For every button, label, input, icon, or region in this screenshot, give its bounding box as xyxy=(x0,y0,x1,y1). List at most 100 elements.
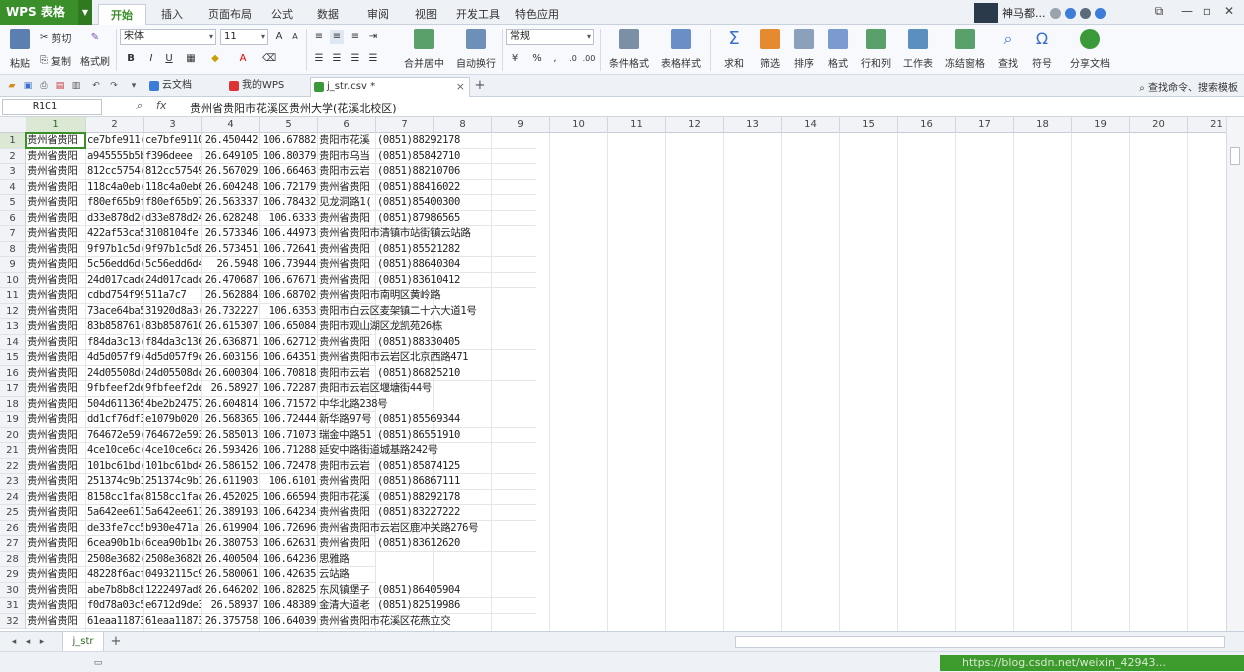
cell[interactable]: 26.732227 xyxy=(202,303,260,319)
column-header[interactable]: 19 xyxy=(1072,117,1130,133)
cell[interactable]: 118c4a0eb( xyxy=(86,179,144,195)
tab-4[interactable]: 公式 xyxy=(262,4,302,25)
cell[interactable]: (0851)88416022 xyxy=(376,180,536,195)
cell[interactable]: 贵州省贵阳 xyxy=(26,179,86,195)
find-command-search[interactable]: ⌕ 查找命令、搜索模板 xyxy=(1139,79,1238,94)
cell[interactable]: 贵州省贵阳 xyxy=(318,257,376,273)
merge-center-button[interactable]: 合并居中 xyxy=(398,29,450,70)
cell[interactable]: 金清大道老 xyxy=(318,598,376,614)
cell[interactable]: 贵州省贵阳 xyxy=(26,567,86,583)
cell[interactable]: 贵州省贵阳 xyxy=(26,195,86,211)
undo-icon[interactable]: ↶ xyxy=(90,80,102,92)
cell[interactable]: 贵州省贵阳 xyxy=(26,489,86,505)
cell[interactable]: 贵州省贵阳 xyxy=(26,458,86,474)
cell[interactable]: 26.593426 xyxy=(202,443,260,459)
row-header[interactable]: 22 xyxy=(0,458,26,474)
cell[interactable]: cdbd754f9918e xyxy=(86,288,144,304)
row-header[interactable]: 1 xyxy=(0,133,26,149)
row-header[interactable]: 20 xyxy=(0,427,26,443)
row-header[interactable]: 24 xyxy=(0,489,26,505)
cell[interactable]: f84da3c13( xyxy=(86,334,144,350)
cell[interactable]: 106.6353 xyxy=(260,303,318,319)
cell[interactable]: 26.586152 xyxy=(202,458,260,474)
row-header[interactable]: 30 xyxy=(0,582,26,598)
row-header[interactable]: 10 xyxy=(0,272,26,288)
cell[interactable]: 贵州省贵阳 xyxy=(26,551,86,567)
row-header[interactable]: 23 xyxy=(0,474,26,490)
indent-icon[interactable]: ⇥ xyxy=(366,30,380,44)
cell[interactable]: 106.73944 xyxy=(260,257,318,273)
column-header[interactable]: 6 xyxy=(318,117,376,133)
row-header[interactable]: 2 xyxy=(0,148,26,164)
row-header[interactable]: 3 xyxy=(0,164,26,180)
cell[interactable]: (0851)85874125 xyxy=(376,459,536,474)
column-header[interactable]: 7 xyxy=(376,117,434,133)
vertical-scrollbar[interactable] xyxy=(1226,117,1244,631)
cell[interactable]: 贵州省贵阳 xyxy=(26,288,86,304)
cell[interactable]: de33fe7cc5f xyxy=(86,520,144,536)
clear-format-icon[interactable]: ⌫ xyxy=(262,52,276,66)
cell[interactable]: 26.604814 xyxy=(202,396,260,412)
cell[interactable]: 贵州省贵阳 xyxy=(26,148,86,164)
settings-icon[interactable] xyxy=(1079,7,1091,19)
scroll-thumb[interactable] xyxy=(1230,147,1240,165)
cell[interactable]: 4d5d057f9c xyxy=(144,350,202,366)
cell[interactable]: (0851)86825210 xyxy=(376,366,536,381)
cell[interactable]: 812cc57549 xyxy=(144,164,202,180)
cell[interactable]: 106.82825 xyxy=(260,582,318,598)
cell[interactable]: 106.42635 xyxy=(260,567,318,583)
table-style-button[interactable]: 表格样式 xyxy=(656,29,706,70)
cell[interactable]: 贵阳市花溪 xyxy=(318,133,376,149)
help-icon[interactable] xyxy=(1094,7,1106,19)
maximize-icon[interactable]: ▫ xyxy=(1198,4,1216,18)
cell[interactable]: (0851)86405904 xyxy=(376,583,536,598)
cell[interactable]: 贵州省贵阳 xyxy=(318,536,376,552)
more-icon[interactable]: ▾ xyxy=(128,80,140,92)
cell[interactable]: a945555b5b2f xyxy=(86,148,144,164)
column-header[interactable]: 20 xyxy=(1130,117,1188,133)
cell[interactable]: 延安中路街道城基路242号 xyxy=(318,443,438,459)
cell[interactable]: 106.62631 xyxy=(260,536,318,552)
cell[interactable]: 31920d8a3( xyxy=(144,303,202,319)
format-painter-button[interactable]: 格式刷 xyxy=(80,53,110,68)
macro-icon[interactable]: ▭ xyxy=(92,657,104,669)
cell[interactable]: 106.71288 xyxy=(260,443,318,459)
cell[interactable]: 8158cc1fac xyxy=(144,489,202,505)
cell[interactable]: 26.585013 xyxy=(202,427,260,443)
row-header[interactable]: 4 xyxy=(0,179,26,195)
cell[interactable]: 贵阳市云岩 xyxy=(318,164,376,180)
border-icon[interactable]: ▦ xyxy=(184,52,198,66)
cell[interactable]: 61eaa11873 xyxy=(144,613,202,629)
cell[interactable]: 8158cc1fac xyxy=(86,489,144,505)
cell[interactable]: 贵州省贵阳 xyxy=(26,582,86,598)
row-header[interactable]: 11 xyxy=(0,288,26,304)
cell[interactable]: 106.66463 xyxy=(260,164,318,180)
cell[interactable]: 24d05508d( xyxy=(86,365,144,381)
cell[interactable]: 9fbfeef2de xyxy=(144,381,202,397)
bold-icon[interactable]: B xyxy=(124,52,138,66)
increase-font-icon[interactable]: A xyxy=(272,30,286,44)
column-header[interactable]: 3 xyxy=(144,117,202,133)
cell[interactable]: 73ace64ba5 xyxy=(86,303,144,319)
cell[interactable]: 26.563337 xyxy=(202,195,260,211)
tab-cloud-docs[interactable]: 云文档 xyxy=(146,77,220,97)
cell[interactable]: 106.48389 xyxy=(260,598,318,614)
cell[interactable]: 贵州省贵阳 xyxy=(26,164,86,180)
fill-color-icon[interactable]: ◆ xyxy=(208,52,222,66)
align-middle-icon[interactable]: ≡ xyxy=(330,30,344,44)
column-header[interactable]: 16 xyxy=(898,117,956,133)
cell[interactable]: 106.6333 xyxy=(260,210,318,226)
cell[interactable]: 贵阳市乌当 xyxy=(318,148,376,164)
cell[interactable]: 26.611903 xyxy=(202,474,260,490)
cell[interactable]: 26.580061 xyxy=(202,567,260,583)
open-icon[interactable]: ▰ xyxy=(6,80,18,92)
cell[interactable]: 26.450442 xyxy=(202,133,260,149)
brush-icon[interactable]: ✎ xyxy=(88,31,102,45)
cell[interactable]: (0851)86551910 xyxy=(376,428,536,443)
align-top-icon[interactable]: ≡ xyxy=(312,30,326,44)
row-header[interactable]: 9 xyxy=(0,257,26,273)
next-sheet-icon[interactable]: ▸ xyxy=(36,636,48,648)
cell[interactable]: 5c56edd6d( xyxy=(86,257,144,273)
column-header[interactable]: 8 xyxy=(434,117,492,133)
align-left-icon[interactable]: ☰ xyxy=(312,52,326,66)
